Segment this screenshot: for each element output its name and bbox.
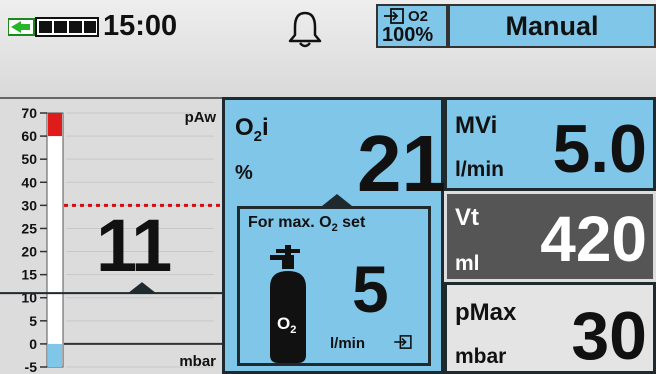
o2-panel[interactable]: O2i % 21 For max. O2 set O2 5 l/min <box>222 97 446 374</box>
tile-mvi-unit: l/min <box>455 158 505 181</box>
gauge-high-zone <box>48 113 62 137</box>
gauge-tick-label: 30 <box>21 197 37 213</box>
o2-source-indicator[interactable]: O2 100% <box>376 4 448 48</box>
tile-mvi-label: MVi <box>455 112 498 139</box>
gauge-tick-label: 70 <box>21 105 37 121</box>
gauge-tick-label: 0 <box>29 336 37 352</box>
tile-vt[interactable]: Vt ml 420 <box>444 191 656 282</box>
gauge-tick-label: 50 <box>21 151 37 167</box>
o2-unit: % <box>235 162 253 184</box>
tile-vt-label: Vt <box>455 204 479 231</box>
gauge-unit-top: pAw <box>184 109 216 126</box>
gauge-tick-label: 25 <box>21 220 37 236</box>
o2-source-icon <box>384 8 404 24</box>
flow-title: For max. O2 set <box>248 214 366 235</box>
o2-value: 21 <box>357 119 446 208</box>
pressure-value: 11 <box>96 204 172 287</box>
tile-pmax[interactable]: pMax mbar 30 <box>444 282 656 374</box>
flow-value: 5 <box>352 252 389 326</box>
tile-vt-value: 420 <box>540 203 647 275</box>
o2-source-percent: 100% <box>382 24 434 46</box>
bell-icon[interactable] <box>284 8 326 50</box>
gauge-tick-label: 5 <box>29 313 37 329</box>
gauge-tick-label: 15 <box>21 267 37 283</box>
gauge-tick-label: 20 <box>21 244 37 260</box>
tile-pmax-unit: mbar <box>455 345 507 368</box>
o2-source-label: O2 <box>408 8 429 25</box>
tile-vt-unit: ml <box>455 252 480 275</box>
gauge-tick-label: -5 <box>25 359 38 374</box>
gauge-low-zone <box>48 343 62 367</box>
status-bar: 15:00 O2 100% Manual <box>0 0 656 97</box>
tile-pmax-label: pMax <box>455 299 517 326</box>
tile-mvi-value: 5.0 <box>552 111 647 187</box>
tile-pmax-value: 30 <box>571 298 647 374</box>
flow-unit: l/min <box>330 335 366 352</box>
flow-source-icon <box>394 335 412 349</box>
o2-pointer-icon <box>322 194 352 206</box>
mode-button[interactable]: Manual <box>448 4 656 48</box>
battery-icon <box>8 17 99 37</box>
gauge-bar <box>46 112 64 368</box>
o2-cylinder-icon: O2 <box>270 245 306 363</box>
o2-flow-setting[interactable]: For max. O2 set O2 5 l/min <box>237 206 431 366</box>
tile-mvi[interactable]: MVi l/min 5.0 <box>444 97 656 191</box>
gauge-tick-label: 60 <box>21 128 37 144</box>
gauge-tick-label: 40 <box>21 174 37 190</box>
clock: 15:00 <box>103 10 178 42</box>
o2-title: O2i <box>235 114 269 145</box>
pressure-gauge: 70 60 50 40 30 25 20 15 10 5 0 -5 pAw mbar 11 <box>0 97 222 374</box>
gauge-unit-bottom: mbar <box>179 353 216 370</box>
